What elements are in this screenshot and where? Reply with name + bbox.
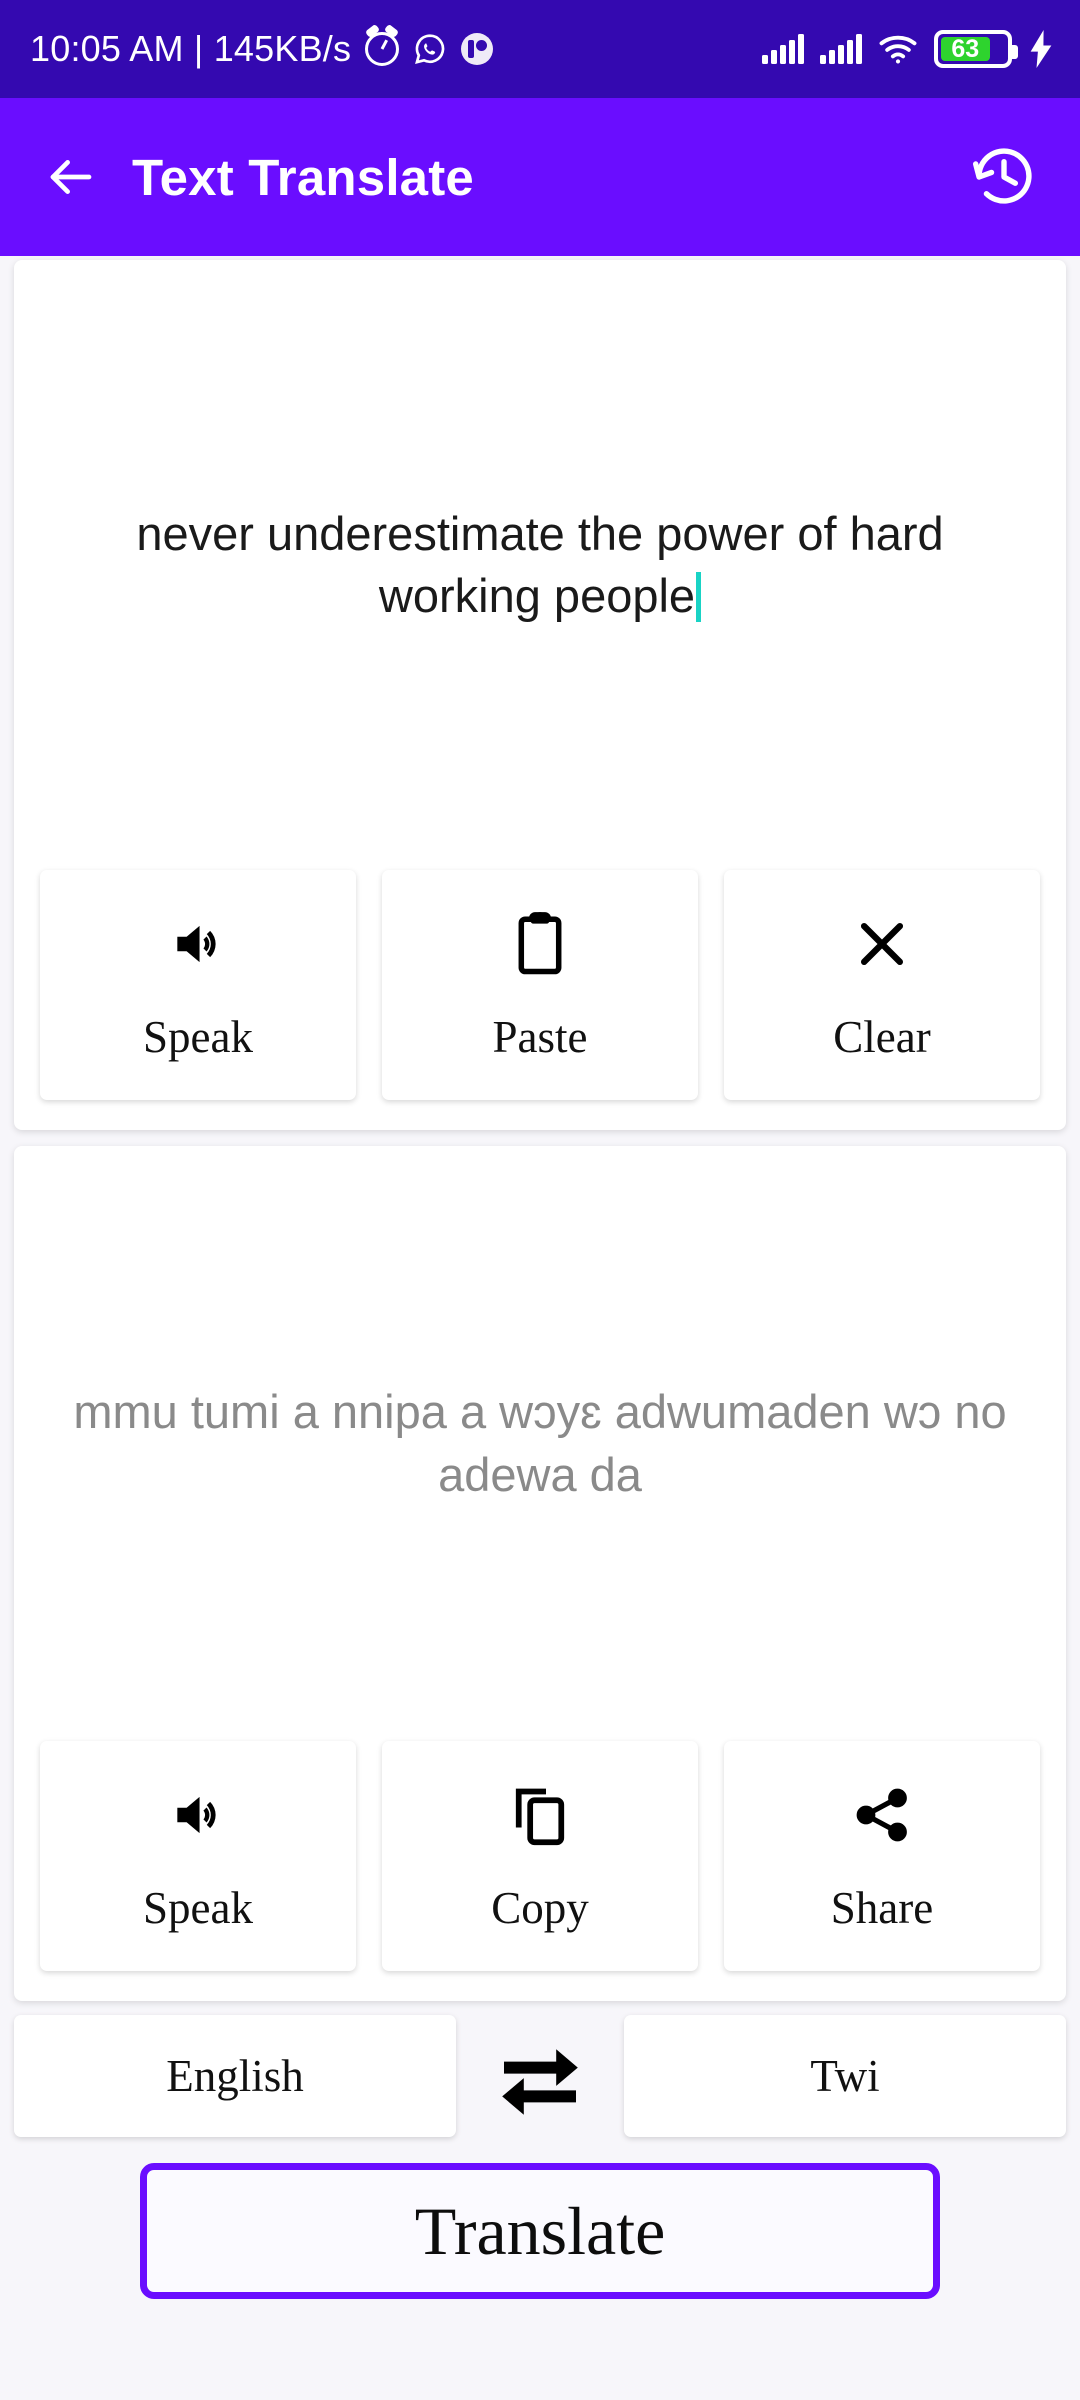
- target-text: mmu tumi a nnipa a wɔyɛ adwumaden wɔ no …: [73, 1385, 1007, 1501]
- close-x-icon: [853, 907, 911, 981]
- speak-target-label: Speak: [143, 1883, 253, 1933]
- target-action-row: Speak Copy Share: [14, 1741, 1066, 2001]
- share-button[interactable]: Share: [724, 1741, 1040, 1971]
- language-selector-row: English Twi: [0, 2015, 1080, 2137]
- status-bar-left: 10:05 AM | 145KB/s: [30, 28, 494, 70]
- phone-screen: 10:05 AM | 145KB/s 63 Text Translate nev…: [0, 0, 1080, 2400]
- battery-percent-label: 63: [951, 34, 980, 63]
- target-text-card: mmu tumi a nnipa a wɔyɛ adwumaden wɔ no …: [14, 1146, 1066, 2001]
- main-content: never underestimate the power of hard wo…: [0, 260, 1080, 2001]
- volume-up-icon: [167, 907, 229, 981]
- speak-source-label: Speak: [143, 1012, 253, 1062]
- target-language-button[interactable]: Twi: [624, 2015, 1066, 2137]
- swap-horizontal-arrows-icon: [502, 2049, 578, 2115]
- speak-target-button[interactable]: Speak: [40, 1741, 356, 1971]
- history-clock-icon: [972, 148, 1032, 204]
- copy-label: Copy: [491, 1883, 589, 1933]
- signal-bars-icon: [820, 34, 862, 64]
- source-text-area[interactable]: never underestimate the power of hard wo…: [14, 260, 1066, 870]
- copy-icon: [510, 1778, 570, 1852]
- share-nodes-icon: [852, 1778, 912, 1852]
- status-bar-clock-and-speed: 10:05 AM | 145KB/s: [30, 28, 351, 70]
- translate-button[interactable]: Translate: [140, 2163, 940, 2299]
- volume-up-icon: [167, 1778, 229, 1852]
- battery-icon: 63: [934, 30, 1018, 68]
- clipboard-icon: [511, 907, 569, 981]
- whatsapp-icon: [413, 32, 447, 66]
- speak-source-button[interactable]: Speak: [40, 870, 356, 1100]
- text-cursor: [696, 572, 702, 622]
- wifi-icon: [878, 34, 918, 64]
- page-title: Text Translate: [132, 148, 474, 206]
- translate-button-wrap: Translate: [0, 2137, 1080, 2299]
- target-text-area[interactable]: mmu tumi a nnipa a wɔyɛ adwumaden wɔ no …: [14, 1146, 1066, 1741]
- clear-button[interactable]: Clear: [724, 870, 1040, 1100]
- status-separator: |: [193, 28, 204, 69]
- source-text-wrapper: never underestimate the power of hard wo…: [56, 503, 1024, 627]
- charging-bolt-icon: [1030, 30, 1052, 68]
- source-text-card: never underestimate the power of hard wo…: [14, 260, 1066, 1130]
- signal-bars-icon: [762, 34, 804, 64]
- network-speed-text: 145KB/s: [213, 28, 352, 69]
- history-button[interactable]: [962, 135, 1046, 219]
- alarm-icon: [365, 32, 400, 66]
- status-notification-icons: [365, 32, 494, 66]
- swap-languages-button[interactable]: [456, 2015, 624, 2137]
- paste-button[interactable]: Paste: [382, 870, 698, 1100]
- copy-button[interactable]: Copy: [382, 1741, 698, 1971]
- source-language-button[interactable]: English: [14, 2015, 456, 2137]
- app-bar: Text Translate: [0, 98, 1080, 256]
- status-bar-right: 63: [762, 30, 1054, 68]
- clear-label: Clear: [833, 1012, 931, 1062]
- back-button[interactable]: [34, 140, 108, 214]
- arrow-left-icon: [50, 160, 92, 194]
- share-label: Share: [830, 1883, 934, 1933]
- status-bar: 10:05 AM | 145KB/s 63: [0, 0, 1080, 98]
- source-text: never underestimate the power of hard wo…: [136, 506, 944, 622]
- paste-label: Paste: [492, 1012, 588, 1062]
- source-action-row: Speak Paste Clear: [14, 870, 1066, 1130]
- app-notification-icon: [461, 33, 494, 65]
- clock-text: 10:05 AM: [30, 28, 184, 69]
